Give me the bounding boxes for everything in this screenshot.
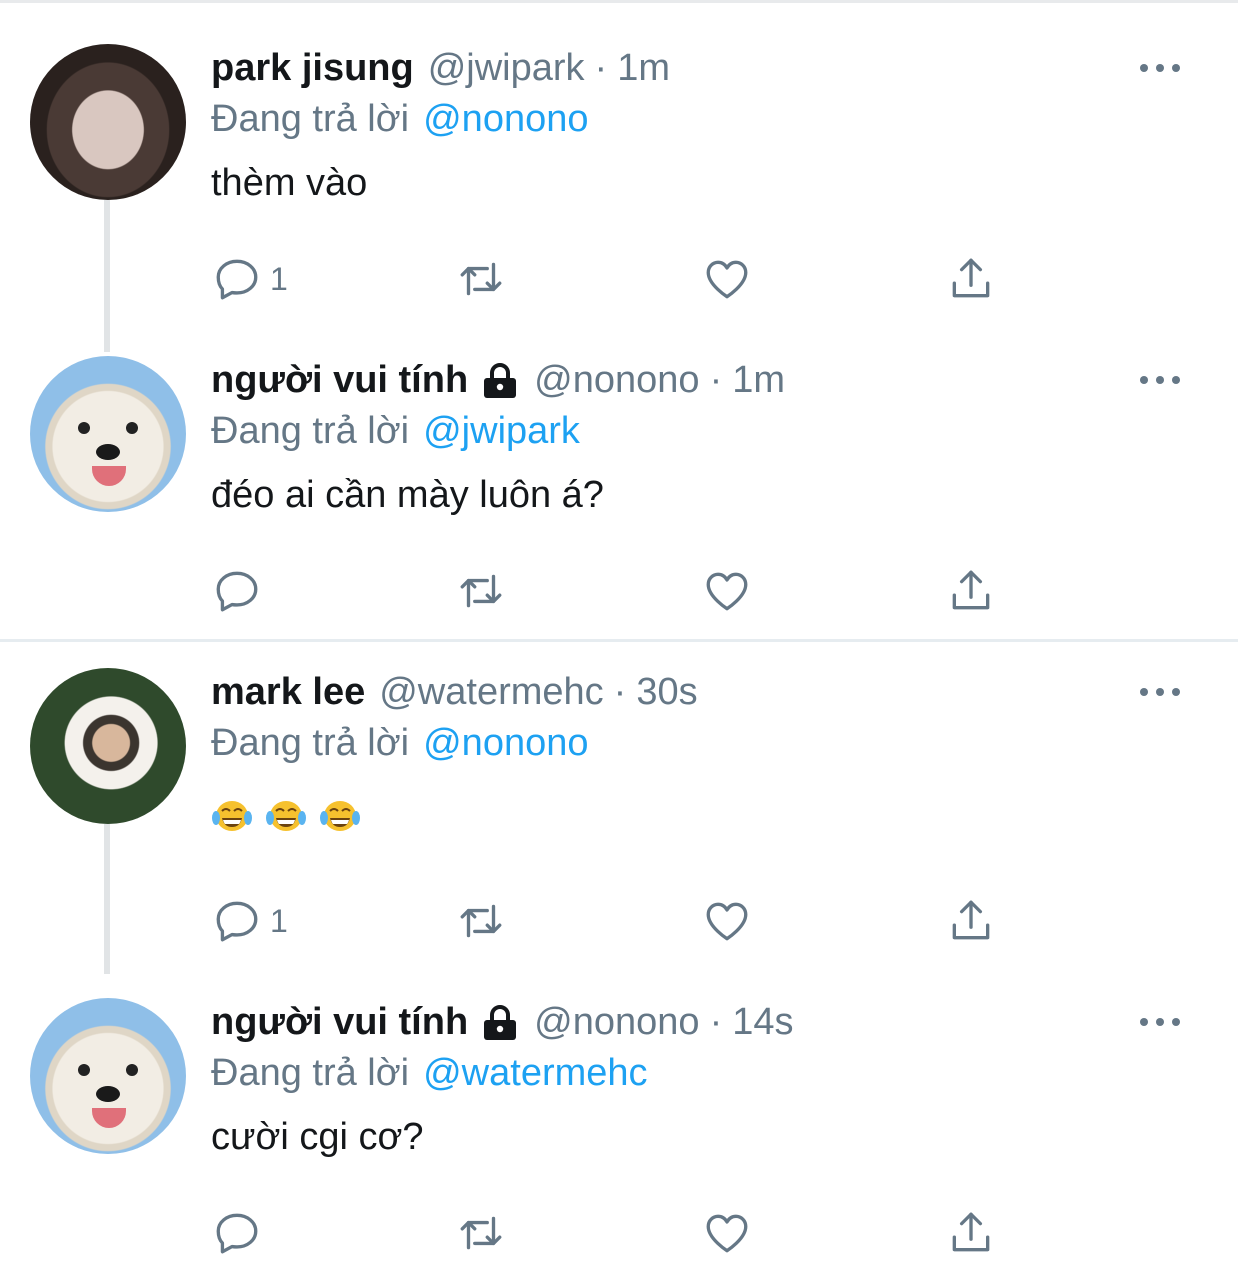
like-button[interactable] <box>702 254 752 304</box>
like-button[interactable] <box>702 896 752 946</box>
mention-link[interactable]: @nonono <box>423 722 588 765</box>
retweet-icon <box>460 904 502 938</box>
replying-to-label: Đang trả lời <box>211 1051 410 1094</box>
share-button[interactable] <box>946 254 996 304</box>
separator: · <box>613 670 627 713</box>
avatar[interactable] <box>30 356 186 512</box>
reply-button[interactable] <box>212 1208 270 1258</box>
lock-icon <box>484 363 517 398</box>
share-icon <box>952 258 990 298</box>
lock-icon <box>484 1005 517 1040</box>
separator: · <box>594 46 608 89</box>
replying-to-label: Đang trả lời <box>211 97 410 140</box>
tweet-emoji <box>211 796 361 836</box>
retweet-button[interactable] <box>456 566 506 616</box>
avatar[interactable] <box>30 668 186 824</box>
reply-icon <box>216 259 258 300</box>
reply-button[interactable] <box>212 566 270 616</box>
timestamp[interactable]: 30s <box>636 671 697 714</box>
thread-line <box>104 824 110 974</box>
share-button[interactable] <box>946 896 996 946</box>
user-handle[interactable]: @nonono <box>534 359 699 402</box>
retweet-button[interactable] <box>456 1208 506 1258</box>
tweet-text: thèm vào <box>211 162 368 204</box>
replying-to: Đang trả lời @jwipark <box>211 406 580 456</box>
like-button[interactable] <box>702 566 752 616</box>
mention-link[interactable]: @nonono <box>423 98 588 141</box>
mention-link[interactable]: @jwipark <box>423 410 580 453</box>
reply-count: 1 <box>270 902 288 939</box>
more-icon[interactable] <box>1140 1012 1180 1032</box>
tweet-actions: 1 <box>212 254 1012 304</box>
timestamp[interactable]: 1m <box>617 47 670 90</box>
face-with-tears-of-joy-icon <box>212 801 252 831</box>
retweet-button[interactable] <box>456 254 506 304</box>
display-name[interactable]: người vui tính <box>211 359 468 402</box>
retweet-button[interactable] <box>456 896 506 946</box>
display-name[interactable]: park jisung <box>211 47 414 90</box>
reply-button[interactable]: 1 <box>212 896 288 946</box>
separator: · <box>709 1000 723 1043</box>
share-icon <box>952 1212 990 1252</box>
tweet-header: người vui tính @nonono · 14s <box>211 996 794 1048</box>
tweet-header: park jisung @jwipark · 1m <box>211 42 670 94</box>
avatar[interactable] <box>30 44 186 200</box>
face-with-tears-of-joy-icon <box>266 801 306 831</box>
tweet-text: đéo ai cần mày luôn á? <box>211 474 604 516</box>
more-icon[interactable] <box>1140 58 1180 78</box>
user-handle[interactable]: @nonono <box>534 1001 699 1044</box>
top-divider <box>0 0 1238 3</box>
user-handle[interactable]: @watermehc <box>379 671 603 714</box>
display-name[interactable]: người vui tính <box>211 1001 468 1044</box>
thread-line <box>104 200 110 352</box>
reply-button[interactable]: 1 <box>212 254 288 304</box>
tweet-header: mark lee @watermehc · 30s <box>211 666 698 718</box>
face-with-tears-of-joy-icon <box>320 801 360 831</box>
replying-to: Đang trả lời @nonono <box>211 94 589 144</box>
replying-to: Đang trả lời @nonono <box>211 718 589 768</box>
more-icon[interactable] <box>1140 682 1180 702</box>
reply-count: 1 <box>270 260 288 297</box>
timestamp[interactable]: 1m <box>732 359 785 402</box>
retweet-icon <box>460 574 502 608</box>
more-icon[interactable] <box>1140 370 1180 390</box>
heart-icon <box>706 1214 748 1253</box>
replying-to-label: Đang trả lời <box>211 409 410 452</box>
tweet-actions <box>212 566 1012 616</box>
heart-icon <box>706 902 748 941</box>
share-icon <box>952 570 990 610</box>
replying-to: Đang trả lời @watermehc <box>211 1048 648 1098</box>
share-icon <box>952 900 990 940</box>
share-button[interactable] <box>946 1208 996 1258</box>
mention-link[interactable]: @watermehc <box>423 1052 647 1095</box>
thread-divider <box>0 639 1238 642</box>
replying-to-label: Đang trả lời <box>211 721 410 764</box>
separator: · <box>709 358 723 401</box>
share-button[interactable] <box>946 566 996 616</box>
retweet-icon <box>460 262 502 296</box>
reply-icon <box>216 901 258 942</box>
tweet-header: người vui tính @nonono · 1m <box>211 354 785 406</box>
user-handle[interactable]: @jwipark <box>428 47 585 90</box>
tweet-text: cười cgi cơ? <box>211 1116 424 1158</box>
reply-icon <box>216 571 258 612</box>
tweet-actions: 1 <box>212 896 1012 946</box>
timestamp[interactable]: 14s <box>732 1001 793 1044</box>
tweet-actions <box>212 1208 1012 1258</box>
like-button[interactable] <box>702 1208 752 1258</box>
heart-icon <box>706 572 748 611</box>
reply-icon <box>216 1213 258 1254</box>
avatar[interactable] <box>30 998 186 1154</box>
heart-icon <box>706 260 748 299</box>
retweet-icon <box>460 1216 502 1250</box>
display-name[interactable]: mark lee <box>211 671 365 714</box>
